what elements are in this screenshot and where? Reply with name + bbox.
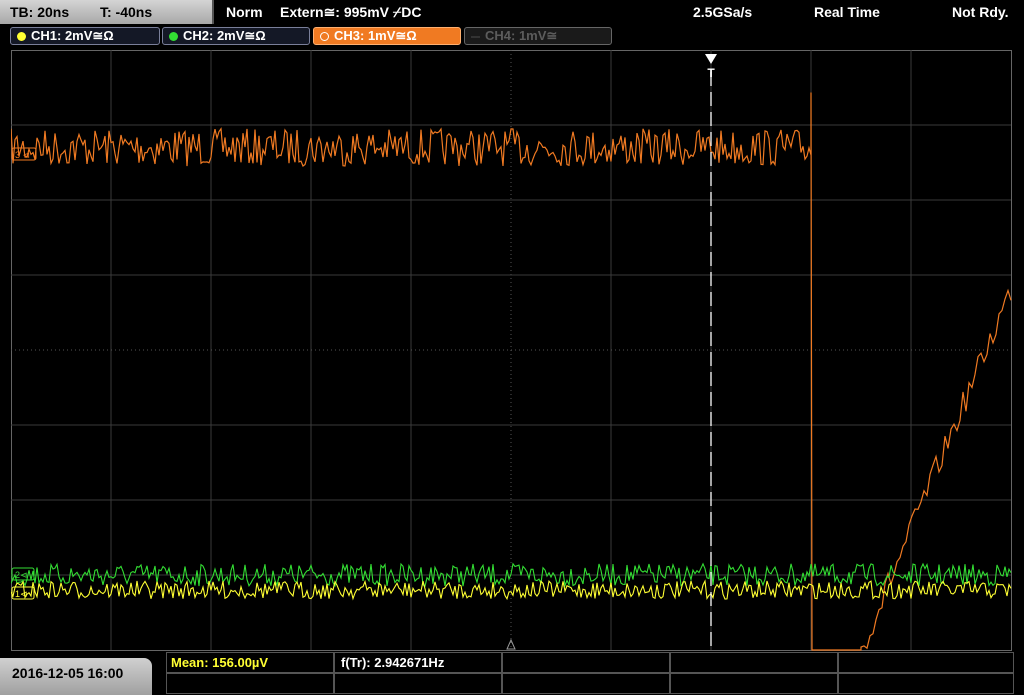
bottom-bar: 2016-12-05 16:00 Mean: 156.00µV f(Tr): 2… [0, 651, 1024, 695]
ready-state-label: Not Rdy. [952, 4, 1009, 20]
measurement-table: Mean: 156.00µV f(Tr): 2.942671Hz [166, 651, 1024, 695]
trigger-mode-label: Norm [226, 4, 263, 20]
measurement-slot[interactable] [670, 673, 838, 694]
channel-1-indicator-icon [17, 32, 26, 41]
channel-tabs: CH1: 2mV≅Ω CH2: 2mV≅Ω CH3: 1mV≅Ω CH4: 1m… [0, 24, 1024, 48]
channel-2-level-label: 2⊲ [15, 570, 28, 580]
frequency-measurement[interactable]: f(Tr): 2.942671Hz [334, 652, 502, 673]
measurement-slot[interactable] [838, 652, 1014, 673]
timebase-label: TB: 20ns [10, 4, 70, 20]
timebase-box[interactable]: TB: 20ns T: -40ns [0, 0, 214, 24]
measurement-slot[interactable] [166, 673, 334, 694]
channel-2-label: CH2: 2mV≅Ω [183, 28, 266, 43]
channel-2-tab[interactable]: CH2: 2mV≅Ω [162, 27, 310, 45]
mean-measurement[interactable]: Mean: 156.00µV [166, 652, 334, 673]
waveform-plot: T 3 ⊲ 2⊲ 1⊲ [11, 50, 1012, 651]
channel-4-indicator-icon [471, 36, 480, 38]
channel-3-level-label: 3 ⊲ [15, 150, 30, 160]
measurement-slot[interactable] [502, 673, 670, 694]
measurement-slot[interactable] [334, 673, 502, 694]
channel-1-tab[interactable]: CH1: 2mV≅Ω [10, 27, 160, 45]
measurement-slot[interactable] [838, 673, 1014, 694]
trigger-marker-label: T [707, 66, 715, 80]
trigger-source-label: Extern≅: 995mV ⌿DC [280, 4, 422, 20]
timestamp: 2016-12-05 16:00 [0, 658, 152, 695]
trigger-offset-label: T: -40ns [100, 4, 153, 20]
measurement-slot[interactable] [502, 652, 670, 673]
channel-4-tab[interactable]: CH4: 1mV≅ [464, 27, 612, 45]
acquisition-mode-label: Real Time [814, 4, 880, 20]
channel-3-tab[interactable]: CH3: 1mV≅Ω [313, 27, 461, 45]
sample-rate-label: 2.5GSa/s [693, 4, 753, 20]
status-bar: TB: 20ns T: -40ns Norm Extern≅: 995mV ⌿D… [0, 0, 1024, 24]
waveform-display[interactable]: T 3 ⊲ 2⊲ 1⊲ [11, 50, 1012, 651]
channel-2-indicator-icon [169, 32, 178, 41]
channel-1-label: CH1: 2mV≅Ω [31, 28, 114, 43]
channel-3-indicator-icon [320, 32, 329, 41]
channel-3-label: CH3: 1mV≅Ω [334, 28, 417, 43]
channel-4-label: CH4: 1mV≅ [485, 28, 558, 43]
measurement-slot[interactable] [670, 652, 838, 673]
channel-1-level-label: 1⊲ [15, 589, 28, 599]
acquisition-bar[interactable]: Norm Extern≅: 995mV ⌿DC 2.5GSa/s Real Ti… [216, 0, 1024, 24]
